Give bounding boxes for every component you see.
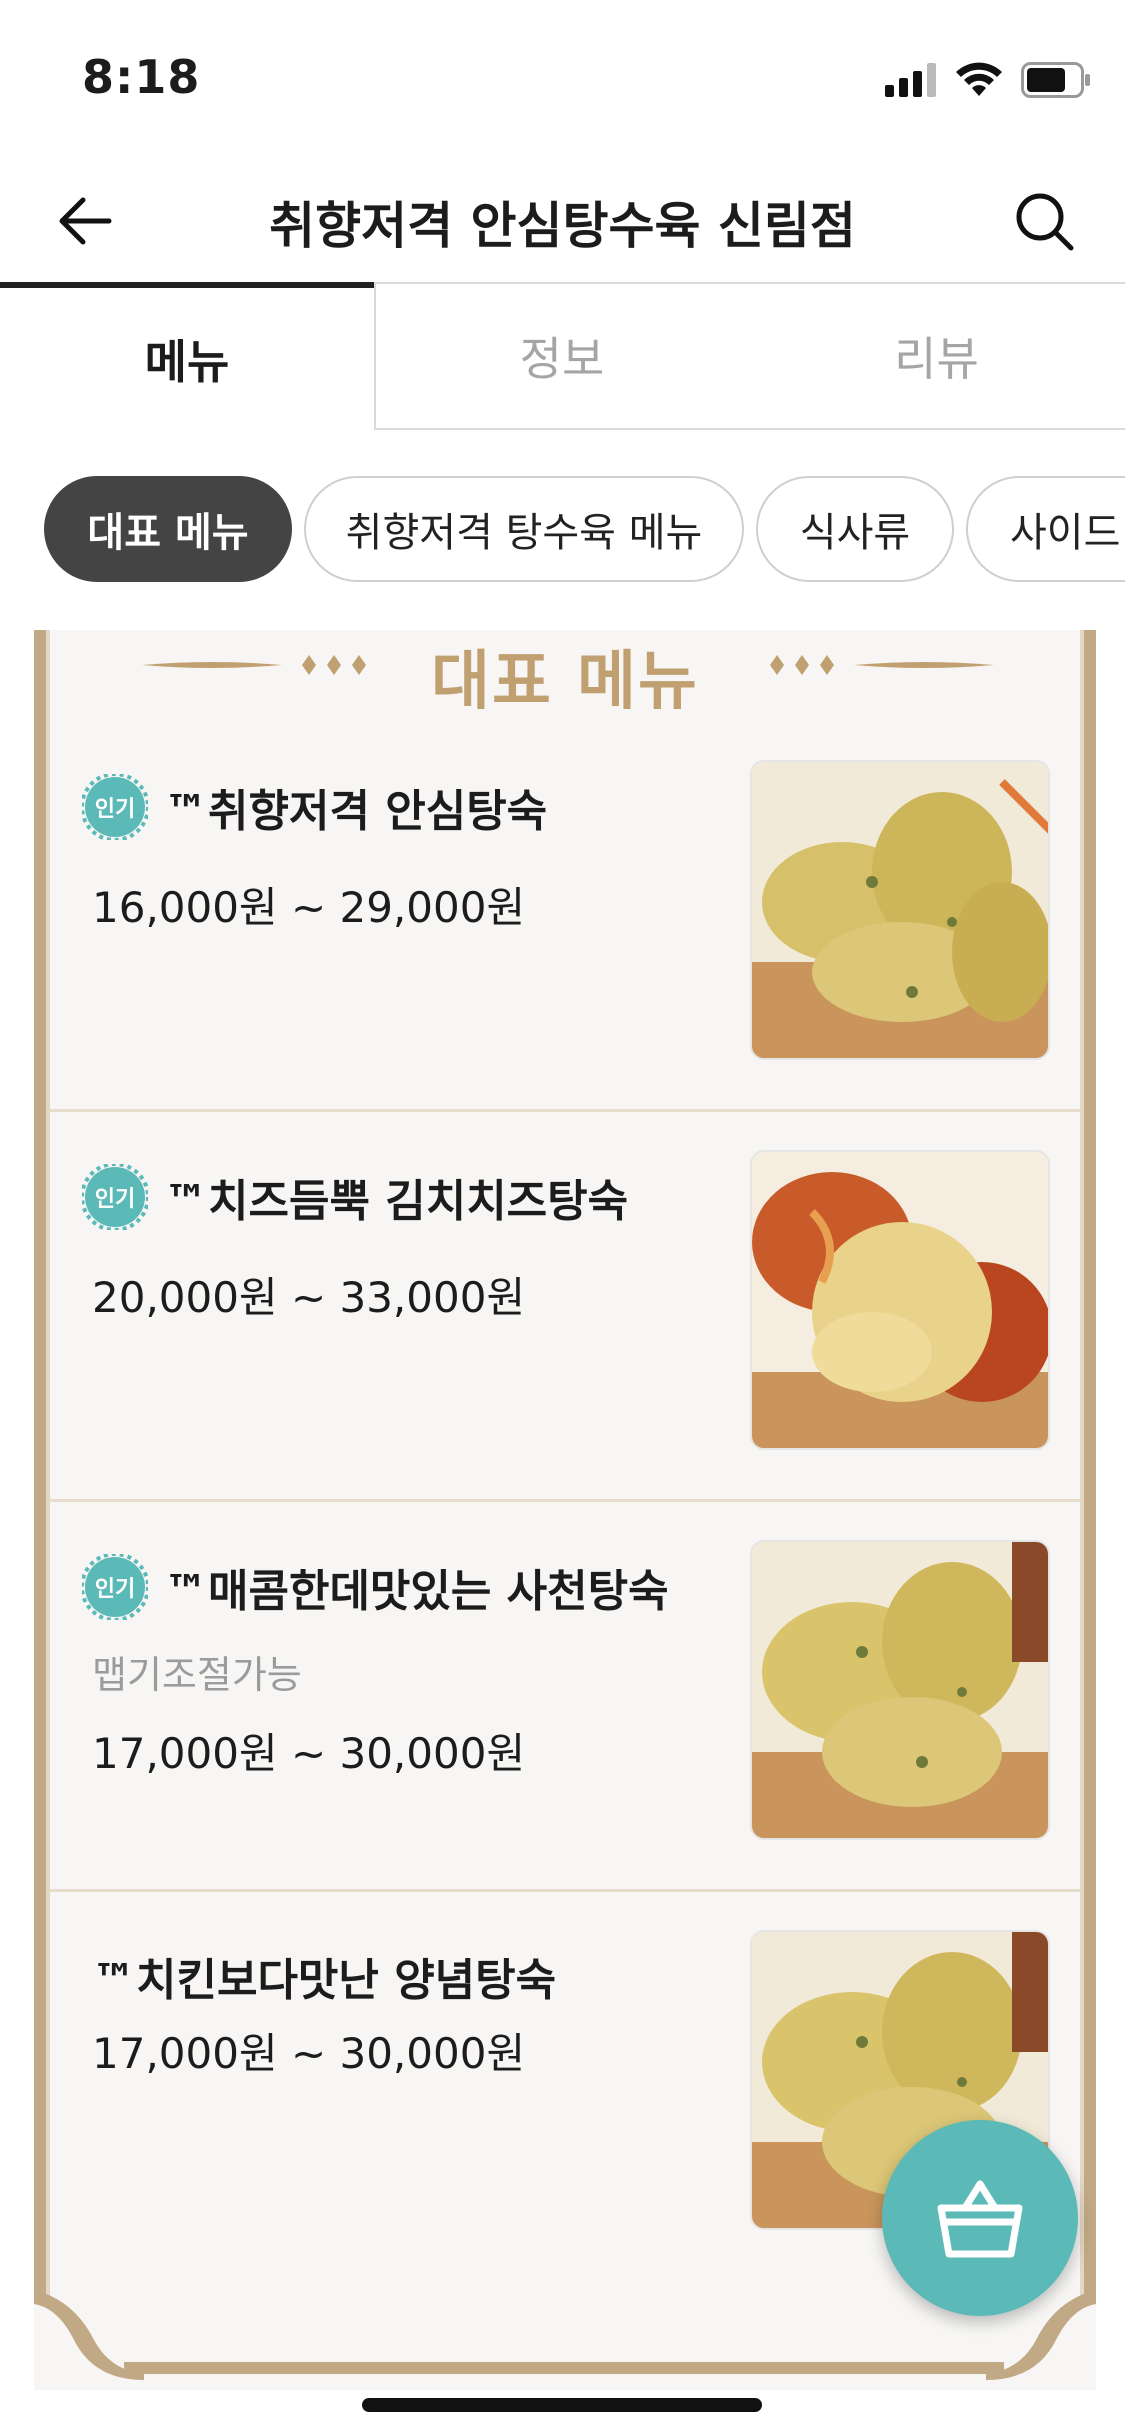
popular-badge: 인기: [80, 1552, 150, 1622]
section-heading: 대표 메뉴: [34, 630, 1096, 719]
item-photo: [750, 1540, 1050, 1840]
menu-item[interactable]: 인기 ™치즈듬뿍 김치치즈탕숙 20,000원 ~ 33,000원: [50, 1114, 1080, 1502]
wifi-icon: [956, 62, 1002, 96]
badge-label: 인기: [94, 1187, 136, 1212]
item-photo: [750, 1150, 1050, 1450]
app-header: 취향저격 안심탕수육 신림점: [0, 160, 1125, 280]
chip-tangsuyuk-menu[interactable]: 취향저격 탕수육 메뉴: [304, 476, 744, 582]
tab-info[interactable]: 정보: [374, 282, 748, 430]
popular-badge: 인기: [80, 1162, 150, 1232]
tab-bar: 메뉴 정보 리뷰: [0, 282, 1125, 432]
item-name: ™매콤한데맛있는 사천탕숙: [164, 1566, 669, 1617]
category-chips: 대표 메뉴 취향저격 탕수육 메뉴 식사류 사이드: [0, 476, 1125, 586]
tab-review[interactable]: 리뷰: [748, 282, 1125, 430]
home-indicator: [362, 2398, 762, 2412]
badge-label: 인기: [94, 1577, 136, 1602]
item-name-row: ™치킨보다맛난 양념탕숙: [92, 1944, 556, 2008]
item-name: ™치즈듬뿍 김치치즈탕숙: [164, 1176, 629, 1227]
frame-border: [34, 630, 46, 2300]
page-title: 취향저격 안심탕수육 신림점: [269, 197, 856, 255]
cart-button[interactable]: [882, 2120, 1078, 2316]
item-photo: [750, 760, 1050, 1060]
item-price: 16,000원 ~ 29,000원: [92, 883, 526, 932]
frame-border: [1084, 630, 1096, 2300]
chip-side[interactable]: 사이드: [966, 476, 1125, 582]
tab-menu[interactable]: 메뉴: [0, 282, 374, 430]
item-price: 17,000원 ~ 30,000원: [92, 1729, 526, 1778]
menu-panel: 대표 메뉴 인기 ™취향저격 안심탕숙 16,000원 ~ 29,000원 인기…: [34, 630, 1096, 2390]
search-icon: [1016, 193, 1074, 251]
item-price: 17,000원 ~ 30,000원: [92, 2029, 526, 2078]
item-name-row: 인기 ™매콤한데맛있는 사천탕숙: [80, 1552, 669, 1622]
frame-border: [124, 2362, 1004, 2374]
menu-item[interactable]: 인기 ™매콤한데맛있는 사천탕숙 맵기조절가능 17,000원 ~ 30,000…: [50, 1504, 1080, 1892]
popular-badge: 인기: [80, 772, 150, 842]
battery-icon: [1021, 62, 1090, 98]
item-name-row: 인기 ™치즈듬뿍 김치치즈탕숙: [80, 1162, 629, 1232]
chip-meals[interactable]: 식사류: [756, 476, 954, 582]
badge-label: 인기: [94, 797, 136, 822]
status-time: 8:18: [82, 50, 201, 104]
signal-icon: [885, 63, 936, 97]
frame-corner-left: [34, 2290, 144, 2380]
item-note: 맵기조절가능: [92, 1653, 302, 1697]
status-icons: [885, 62, 1091, 98]
status-bar: 8:18: [0, 0, 1125, 160]
chip-featured-menu[interactable]: 대표 메뉴: [44, 476, 292, 582]
item-name: ™취향저격 안심탕숙: [164, 786, 548, 837]
search-button[interactable]: [1005, 182, 1085, 262]
item-name-row: 인기 ™취향저격 안심탕숙: [80, 772, 548, 842]
frame-border: [1080, 630, 1084, 2300]
item-price: 20,000원 ~ 33,000원: [92, 1273, 526, 1322]
menu-item[interactable]: 인기 ™취향저격 안심탕숙 16,000원 ~ 29,000원: [50, 724, 1080, 1112]
item-name: ™치킨보다맛난 양념탕숙: [92, 1955, 557, 2006]
ornament-right-icon: [770, 655, 994, 675]
cart-basket-icon: [937, 2180, 1023, 2258]
